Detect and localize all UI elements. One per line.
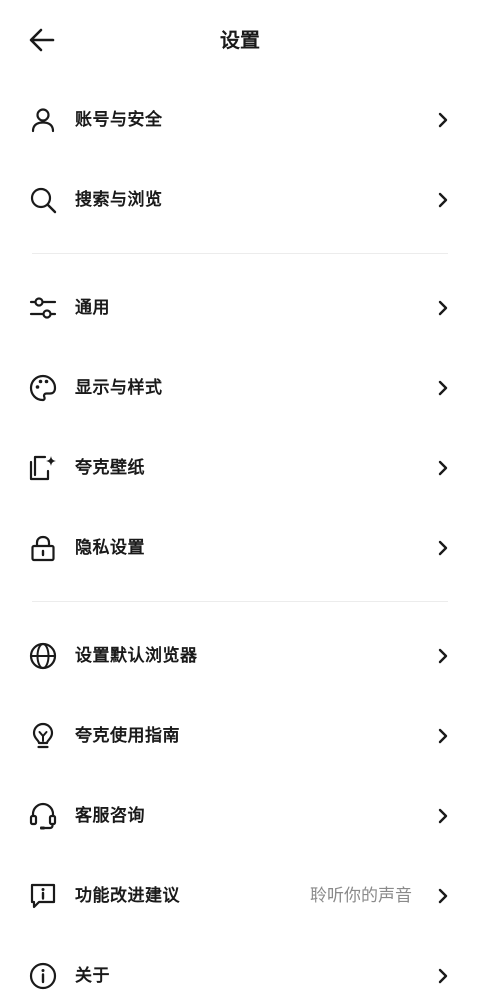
settings-item-search-browse[interactable]: 搜索与浏览 <box>0 170 480 230</box>
chevron-right-icon <box>436 726 450 746</box>
globe-icon <box>28 641 58 671</box>
bulb-icon <box>28 721 58 751</box>
page-title: 设置 <box>220 28 260 52</box>
chevron-right-icon <box>436 378 450 398</box>
settings-item-privacy[interactable]: 隐私设置 <box>0 518 480 578</box>
settings-item-label: 夸克壁纸 <box>75 458 145 478</box>
settings-item-about[interactable]: 关于 <box>0 946 480 1006</box>
lock-icon <box>28 533 58 563</box>
settings-item-feedback[interactable]: 功能改进建议 聆听你的声音 <box>0 866 480 926</box>
settings-item-label: 客服咨询 <box>75 806 145 826</box>
settings-item-label: 通用 <box>75 298 110 318</box>
chevron-right-icon <box>436 538 450 558</box>
settings-item-label: 设置默认浏览器 <box>75 646 198 666</box>
section-divider <box>32 253 448 254</box>
chevron-right-icon <box>436 298 450 318</box>
palette-icon <box>28 373 58 403</box>
section-divider <box>32 601 448 602</box>
settings-item-usage-guide[interactable]: 夸克使用指南 <box>0 706 480 766</box>
settings-item-label: 夸克使用指南 <box>75 726 180 746</box>
feedback-hint: 聆听你的声音 <box>310 886 412 906</box>
settings-item-label: 隐私设置 <box>75 538 145 558</box>
headset-icon <box>28 801 58 831</box>
settings-item-label: 关于 <box>75 966 110 986</box>
settings-item-display-style[interactable]: 显示与样式 <box>0 358 480 418</box>
settings-item-label: 显示与样式 <box>75 378 163 398</box>
chevron-right-icon <box>436 110 450 130</box>
settings-item-default-browser[interactable]: 设置默认浏览器 <box>0 626 480 686</box>
chevron-right-icon <box>436 966 450 986</box>
settings-item-label: 功能改进建议 <box>75 886 180 906</box>
chevron-right-icon <box>436 806 450 826</box>
info-icon <box>28 961 58 991</box>
search-icon <box>28 185 58 215</box>
user-icon <box>28 105 58 135</box>
settings-item-label: 账号与安全 <box>75 110 163 130</box>
chevron-right-icon <box>436 458 450 478</box>
settings-item-account-security[interactable]: 账号与安全 <box>0 90 480 150</box>
settings-item-label: 搜索与浏览 <box>75 190 163 210</box>
sliders-icon <box>28 293 58 323</box>
chevron-right-icon <box>436 646 450 666</box>
settings-item-customer-service[interactable]: 客服咨询 <box>0 786 480 846</box>
feedback-icon <box>28 881 58 911</box>
chevron-right-icon <box>436 190 450 210</box>
settings-item-quark-wallpaper[interactable]: 夸克壁纸 <box>0 438 480 498</box>
settings-item-general[interactable]: 通用 <box>0 278 480 338</box>
chevron-right-icon <box>436 886 450 906</box>
header: 设置 <box>0 0 480 80</box>
wallpaper-icon <box>28 453 58 483</box>
